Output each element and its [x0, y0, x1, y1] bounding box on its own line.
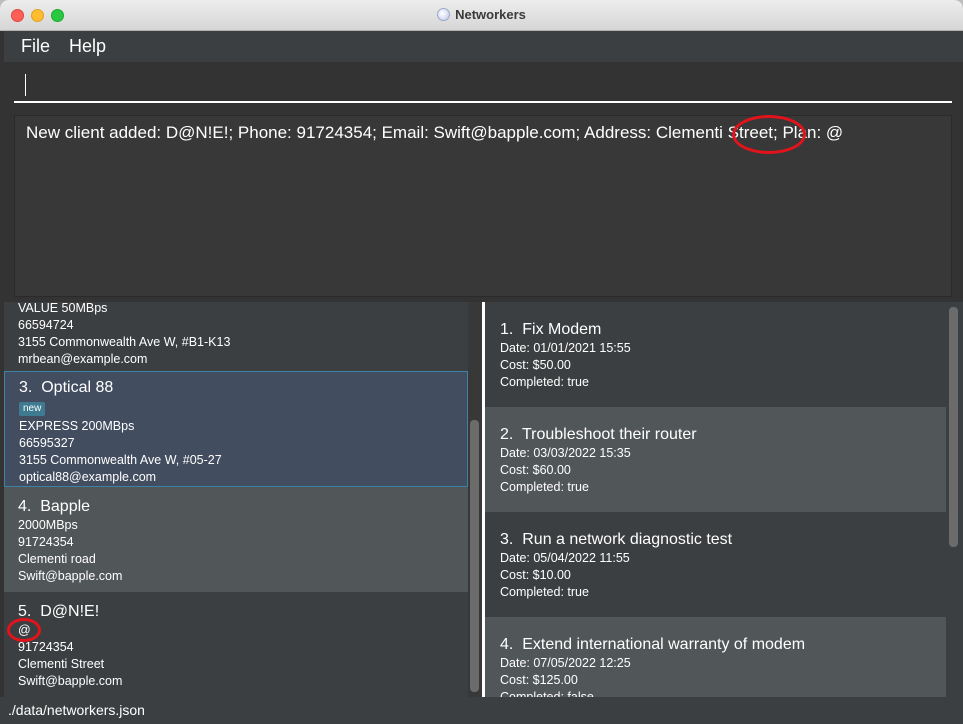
- client-address: 3155 Commonwealth Ave W, #B1-K13: [18, 335, 231, 349]
- client-address: Clementi Street: [18, 657, 105, 671]
- menu-help[interactable]: Help: [69, 36, 106, 57]
- menu-bar: File Help: [4, 31, 963, 62]
- client-address: 3155 Commonwealth Ave W, #05-27: [19, 453, 222, 467]
- task-card[interactable]: 3. Run a network diagnostic test Date: 0…: [485, 512, 946, 617]
- client-card-selected[interactable]: 3. Optical 88 new EXPRESS 200MBps 665953…: [4, 371, 468, 487]
- data-file-path: ./data/networkers.json: [8, 702, 145, 718]
- task-list[interactable]: 1. Fix Modem Date: 01/01/2021 15:55 Cost…: [485, 302, 963, 697]
- task-date: Date: 03/03/2022 15:35: [500, 446, 631, 460]
- task-list-scrollbar[interactable]: [949, 307, 958, 547]
- result-display: New client added: D@N!E!; Phone: 9172435…: [14, 115, 952, 297]
- client-phone: 66594724: [18, 318, 74, 332]
- client-name: 3. Optical 88: [19, 378, 467, 398]
- client-phone: 66595327: [19, 436, 75, 450]
- client-name-text: Optical 88: [41, 379, 114, 396]
- task-cost: Cost: $125.00: [500, 673, 578, 687]
- client-address: Clementi road: [18, 552, 96, 566]
- task-name-text: Troubleshoot their router: [521, 426, 697, 443]
- task-date: Date: 01/01/2021 15:55: [500, 341, 631, 355]
- task-name: 3. Run a network diagnostic test: [500, 530, 946, 550]
- client-phone: 91724354: [18, 640, 74, 654]
- client-name: 4. Bapple: [18, 497, 468, 517]
- task-date: Date: 05/04/2022 11:55: [500, 551, 630, 565]
- task-index: 2.: [500, 426, 514, 443]
- window-title-text: Networkers: [455, 7, 526, 22]
- menu-file[interactable]: File: [21, 36, 50, 57]
- text-caret: [25, 74, 26, 96]
- task-cost: Cost: $50.00: [500, 358, 571, 372]
- task-card[interactable]: 2. Troubleshoot their router Date: 03/03…: [485, 407, 946, 512]
- task-completed: Completed: true: [500, 585, 589, 599]
- task-name-text: Run a network diagnostic test: [522, 531, 733, 548]
- client-name-text: D@N!E!: [40, 603, 100, 620]
- client-card[interactable]: 5. D@N!E! @ 91724354 Clementi Street Swi…: [4, 592, 468, 697]
- app-window: Networkers File Help New client added: D…: [0, 0, 963, 724]
- result-text: New client added: D@N!E!; Phone: 9172435…: [26, 123, 844, 142]
- client-plan: EXPRESS 200MBps: [19, 419, 135, 433]
- task-cost: Cost: $60.00: [500, 463, 571, 477]
- command-input[interactable]: [14, 67, 952, 103]
- task-date: Date: 07/05/2022 12:25: [500, 656, 631, 670]
- client-email: mrbean@example.com: [18, 352, 148, 366]
- task-index: 3.: [500, 531, 514, 548]
- title-bar: Networkers: [0, 0, 963, 31]
- client-plan: 2000MBps: [18, 518, 78, 532]
- client-email: Swift@bapple.com: [18, 674, 123, 688]
- client-index: 3.: [19, 379, 33, 396]
- client-email: optical88@example.com: [19, 470, 157, 484]
- task-card[interactable]: 4. Extend international warranty of mode…: [485, 617, 946, 697]
- client-list[interactable]: VALUE 50MBps 66594724 3155 Commonwealth …: [4, 302, 484, 697]
- client-name: 5. D@N!E!: [18, 602, 468, 622]
- task-name: 1. Fix Modem: [500, 320, 946, 340]
- client-plan: VALUE 50MBps: [18, 302, 108, 315]
- client-index: 5.: [18, 603, 32, 620]
- task-completed: Completed: true: [500, 375, 589, 389]
- client-card[interactable]: VALUE 50MBps 66594724 3155 Commonwealth …: [4, 302, 468, 371]
- task-index: 4.: [500, 636, 514, 653]
- task-name-text: Extend international warranty of modem: [522, 636, 806, 653]
- app-icon: [437, 8, 451, 21]
- task-card[interactable]: 1. Fix Modem Date: 01/01/2021 15:55 Cost…: [485, 302, 946, 407]
- client-card[interactable]: 4. Bapple 2000MBps 91724354 Clementi roa…: [4, 487, 468, 592]
- task-name-text: Fix Modem: [522, 321, 602, 338]
- task-cost: Cost: $10.00: [500, 568, 571, 582]
- client-index: 4.: [18, 498, 32, 515]
- task-name: 2. Troubleshoot their router: [500, 425, 946, 445]
- client-phone: 91724354: [18, 535, 74, 549]
- status-bar: ./data/networkers.json: [0, 697, 963, 724]
- task-completed: Completed: true: [500, 480, 589, 494]
- task-index: 1.: [500, 321, 514, 338]
- task-completed: Completed: false: [500, 690, 594, 697]
- client-list-scrollbar[interactable]: [470, 420, 479, 692]
- window-title: Networkers: [0, 7, 963, 22]
- task-name: 4. Extend international warranty of mode…: [500, 635, 946, 655]
- client-plan: @: [18, 623, 31, 637]
- client-email: Swift@bapple.com: [18, 569, 123, 583]
- client-tag: new: [19, 402, 46, 416]
- client-name-text: Bapple: [40, 498, 91, 515]
